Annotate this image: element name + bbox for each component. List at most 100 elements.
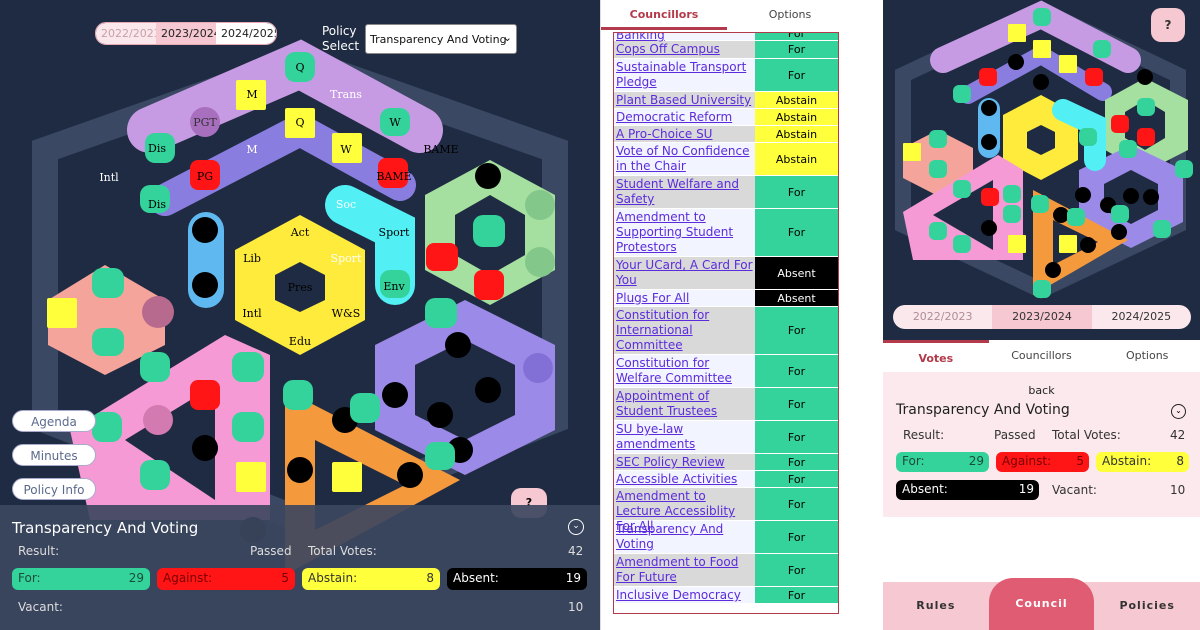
vacant-label: Vacant: [18,600,63,614]
policy-link[interactable]: Amendment to Supporting Student Protesto… [614,209,755,256]
seat-label: Trans [330,88,362,101]
seat-label: M [246,143,257,156]
for-pill: For: 29 [896,452,989,472]
mobile-year-tabs: 2022/2023 2023/2024 2024/2025 [893,305,1191,329]
seat-label: Dis [148,198,166,211]
nav-policies[interactable]: Policies [1094,582,1200,630]
table-row: A Pro-Choice SU Abstain [614,126,838,143]
policy-link[interactable]: SEC Policy Review [614,454,755,470]
minutes-button[interactable]: Minutes [12,444,96,466]
vote-summary-title: Transparency And Voting [896,402,1070,418]
for-value: 29 [128,571,144,585]
vacant-value: 10 [1170,483,1186,497]
tab-options[interactable]: Options [727,0,853,30]
vote-cell: Abstain [755,126,838,142]
absent-label: Absent: [902,482,948,496]
tab-votes[interactable]: Votes [883,340,989,372]
mobile-seating-map [895,0,1193,299]
table-row: Transparency And Voting For [614,521,838,554]
mobile-vote-summary: back Transparency And Voting ⌄ Result: P… [883,372,1200,517]
policy-link[interactable]: Democratic Reform [614,109,755,125]
policy-link[interactable]: Constitution for Welfare Committee [614,355,755,387]
against-label: Against: [163,571,213,585]
absent-value: 19 [1018,482,1034,496]
policy-link[interactable]: Your UCard, A Card For You [614,257,755,289]
mobile-view-panel: ? 2022/2023 2023/2024 2024/2025 Votes Co… [883,0,1200,630]
chevron-down-icon[interactable]: ⌄ [568,519,584,535]
year-tab-2022[interactable]: 2022/2023 [893,305,992,329]
result-value: Passed [250,544,292,558]
policy-link[interactable]: Transparency And Voting [614,521,755,553]
policy-link[interactable]: Inclusive Democracy [614,587,755,603]
nav-rules[interactable]: Rules [883,582,989,630]
seat-label: Lib [243,252,261,265]
nav-council[interactable]: Council [988,578,1095,630]
against-pill: Against: 5 [996,452,1089,472]
table-row: Appointment of Student Trustees For [614,388,838,421]
abstain-label: Abstain: [308,571,358,585]
policy-link[interactable]: SU bye-law amendments [614,421,755,453]
policy-vote-table: Banking For Cops Off Campus For Sustainable … [613,32,839,614]
policy-link[interactable]: Constitution for International Committee [614,307,755,354]
seat-label: BAME [376,170,411,183]
policy-link[interactable]: Accessible Activities [614,471,755,487]
policy-link[interactable]: Banking [614,33,755,42]
table-row: Banking For [614,33,838,42]
tab-councillors[interactable]: Councillors [601,0,727,30]
total-votes-label: Total Votes: [308,544,377,558]
vote-cell: For [755,521,838,553]
table-row: Democratic Reform Abstain [614,109,838,126]
seat-label: Q [295,61,304,74]
policy-link[interactable]: Plant Based University [614,92,755,108]
tab-councillors[interactable]: Councillors [989,340,1095,372]
seat-label: M [246,88,257,101]
policy-link[interactable]: Appointment of Student Trustees [614,388,755,420]
abstain-value: 8 [426,571,434,585]
vote-cell: Abstain [755,109,838,125]
year-tab-2024[interactable]: 2024/2025 [1092,305,1191,329]
result-label: Result: [18,544,60,558]
abstain-pill: Abstain: 8 [302,568,440,590]
policy-link[interactable]: A Pro-Choice SU [614,126,755,142]
policy-link[interactable]: Cops Off Campus [614,41,755,58]
policy-link[interactable]: Amendment to Lecture Accessiblity For Al… [614,488,755,533]
policy-link[interactable]: Sustainable Transport Pledge [614,59,755,91]
agenda-button[interactable]: Agenda [12,410,96,432]
policy-info-button[interactable]: Policy Info [12,478,96,500]
vote-cell: For [755,488,838,520]
seat-label: Pres [288,281,313,294]
table-row: Your UCard, A Card For You Absent [614,257,838,290]
council-chamber-panel: 2022/2023 2023/2024 2024/2025 Policy Sel… [0,0,600,630]
tab-options[interactable]: Options [1094,340,1200,372]
result-value: Passed [994,428,1036,442]
table-row: Vote of No Confidence in the Chair Abstai… [614,143,838,176]
chevron-down-icon[interactable]: ⌄ [1171,404,1186,419]
policy-link[interactable]: Plugs For All [614,290,755,306]
mobile-tabs: Votes Councillors Options [883,340,1200,372]
seat-label: PGT [193,116,217,129]
vote-cell: For [755,176,838,208]
absent-value: 19 [565,571,581,585]
vote-cell: For [755,41,838,58]
table-row: SEC Policy Review For [614,454,838,471]
table-row: Amendment to Food For Future For [614,554,838,587]
seat-label: Env [383,280,405,293]
table-row: Plant Based University Abstain [614,92,838,109]
vote-cell: For [755,587,838,603]
help-button[interactable]: ? [1151,8,1185,42]
table-row: Sustainable Transport Pledge For [614,59,838,92]
seat-label: Edu [289,335,311,348]
vote-cell: For [755,471,838,487]
back-link[interactable]: back [883,384,1200,397]
table-row: Plugs For All Absent [614,290,838,307]
policy-link[interactable]: Student Welfare and Safety [614,176,755,208]
seat-label: W&S [332,307,361,320]
vote-cell: Abstain [755,143,838,175]
vote-cell: For [755,209,838,256]
policy-link[interactable]: Vote of No Confidence in the Chair [614,143,755,175]
year-tab-2023[interactable]: 2023/2024 [992,305,1092,329]
total-votes-label: Total Votes: [1052,428,1121,442]
policy-link[interactable]: Amendment to Food For Future [614,554,755,586]
seat-label: Act [290,226,310,239]
table-row: Accessible Activities For [614,471,838,488]
